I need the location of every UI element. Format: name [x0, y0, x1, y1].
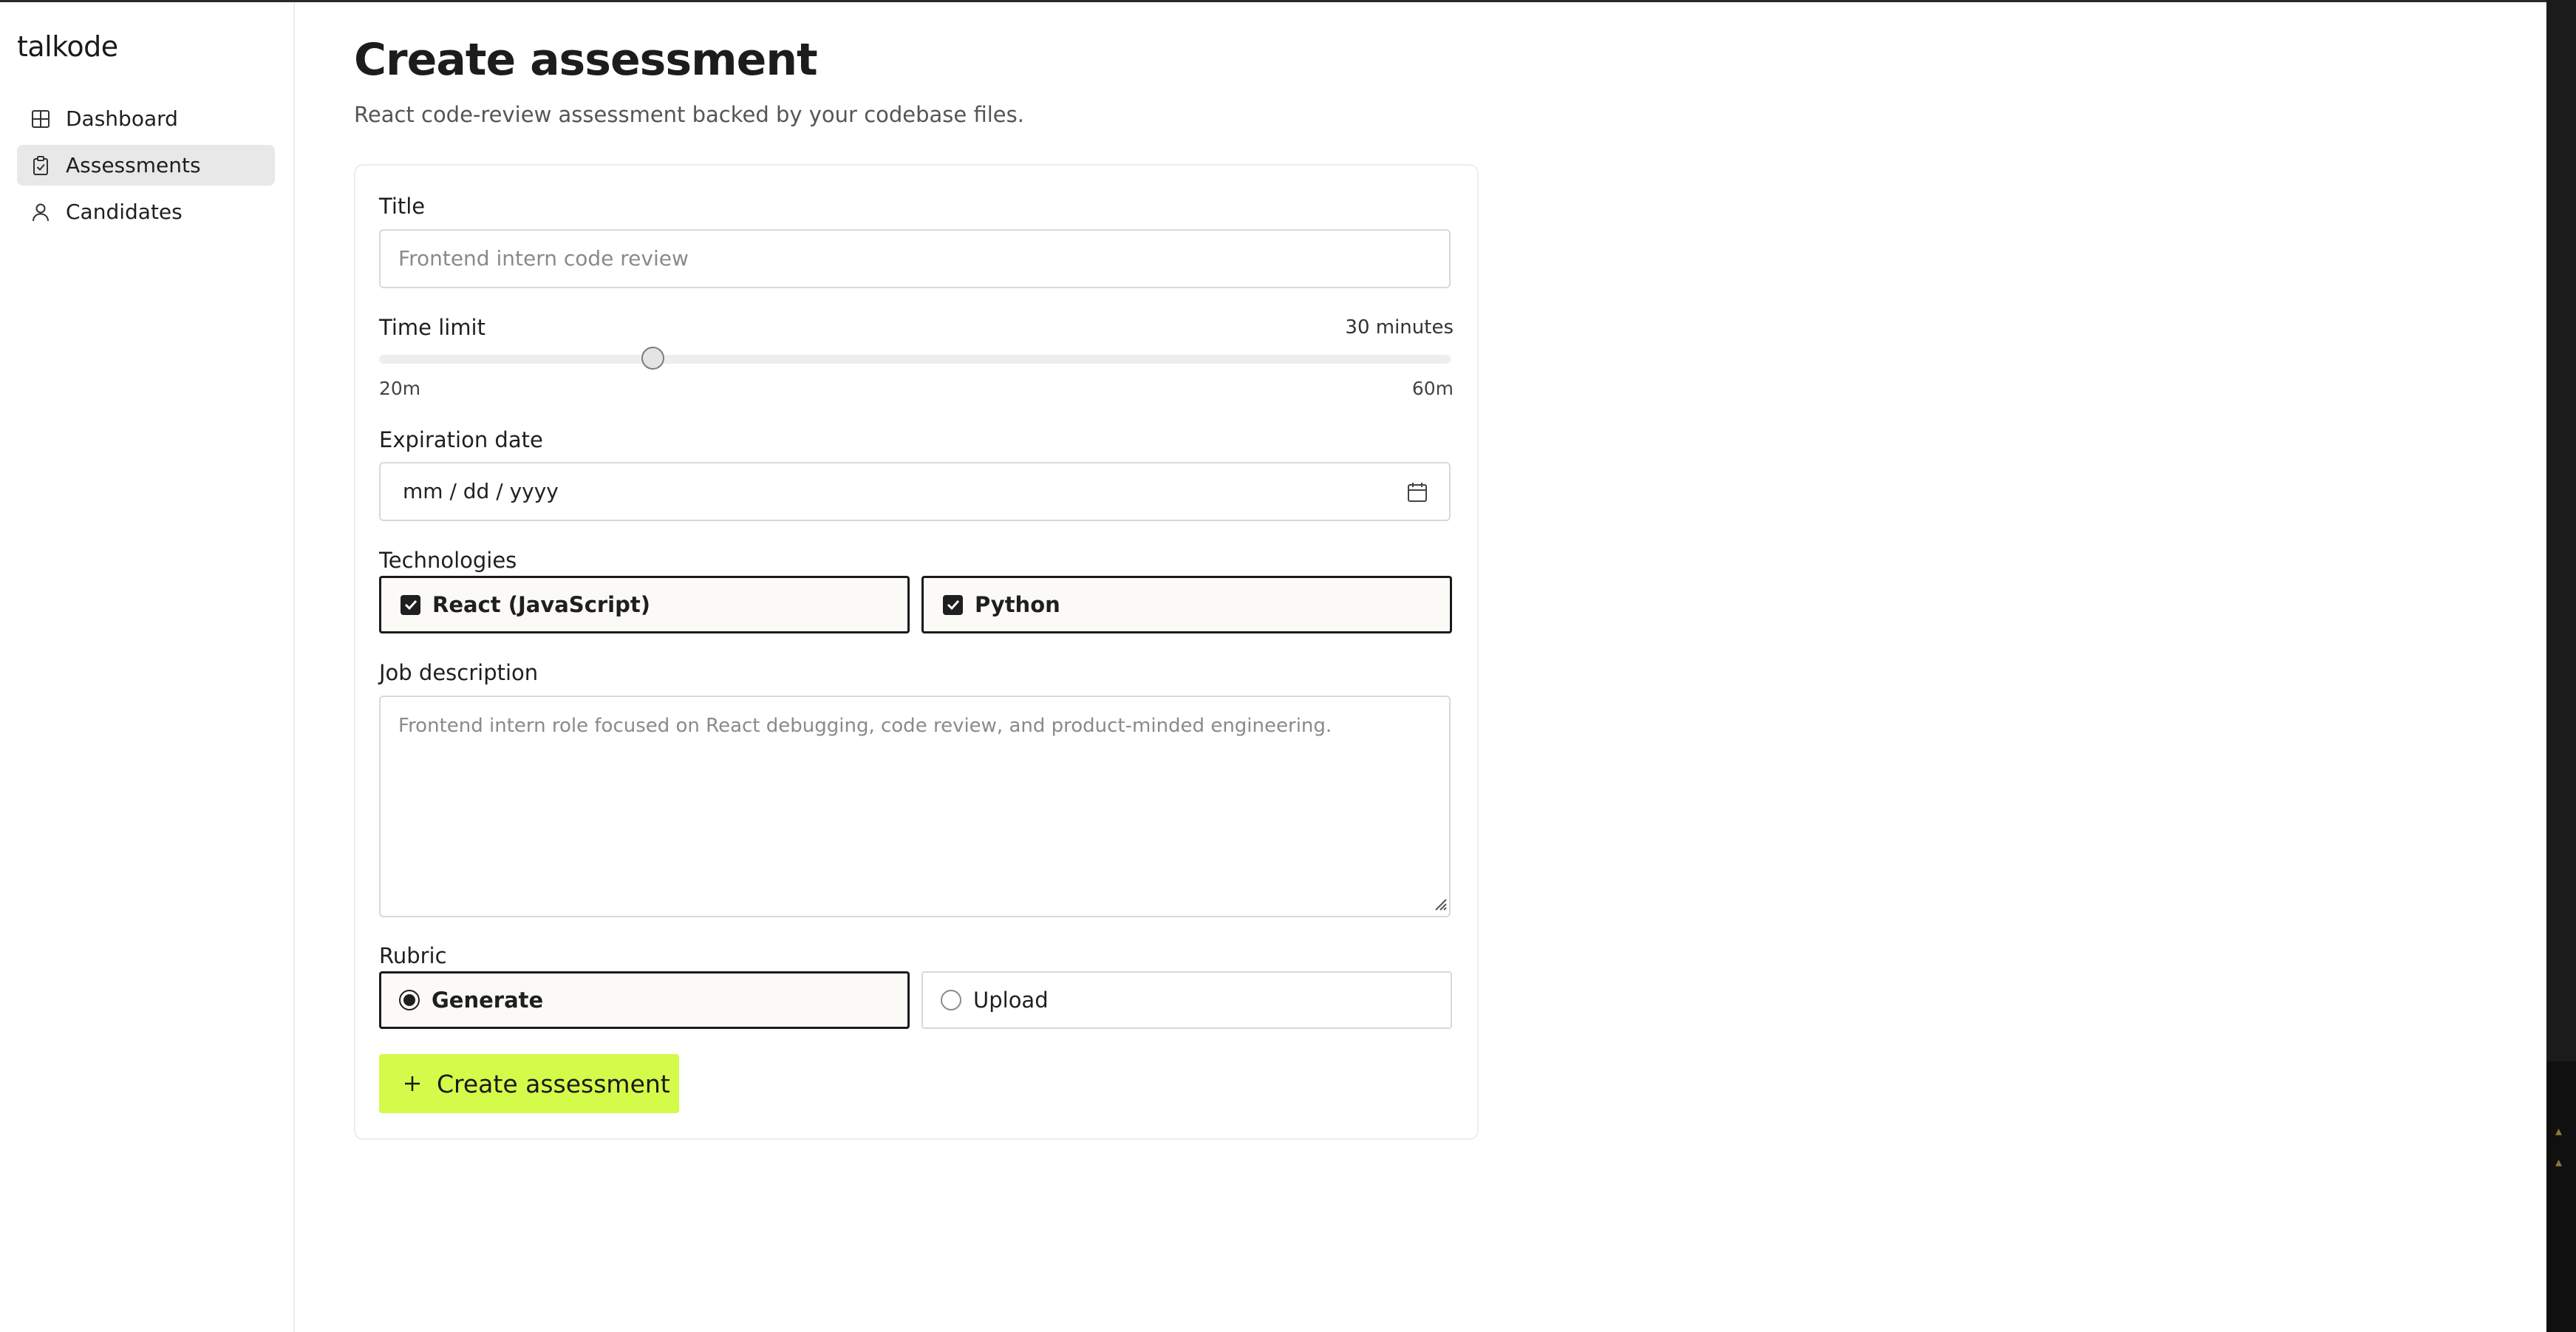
rubric-option-label: Generate: [432, 988, 544, 1013]
technologies-label: Technologies: [379, 548, 517, 573]
user-icon: [30, 201, 52, 223]
page-title: Create assessment: [354, 34, 818, 86]
slider-max-label: 60m: [1411, 378, 1454, 399]
grid-icon: [30, 108, 52, 130]
date-placeholder: mm / dd / yyyy: [403, 479, 559, 503]
brand-logo[interactable]: talkode: [17, 30, 118, 63]
slider-min-label: 20m: [379, 378, 421, 399]
window-top-border: [0, 0, 2549, 2]
edge-mark-icon: ▴: [2555, 1155, 2563, 1170]
calendar-icon[interactable]: [1406, 481, 1428, 506]
sidebar-item-candidates[interactable]: Candidates: [17, 191, 275, 232]
sidebar-item-dashboard[interactable]: Dashboard: [17, 98, 275, 139]
window-right-edge-lower: ▴ ▴: [2546, 1061, 2576, 1332]
resize-handle-icon[interactable]: [1431, 895, 1448, 914]
technology-option-react[interactable]: React (JavaScript): [379, 576, 910, 633]
technology-option-label: Python: [975, 592, 1060, 617]
job-description-textarea[interactable]: Frontend intern role focused on React de…: [379, 696, 1451, 917]
time-limit-slider[interactable]: [379, 347, 1451, 370]
expiration-date-input[interactable]: mm / dd / yyyy: [379, 462, 1451, 521]
time-limit-value: 30 minutes: [1345, 316, 1454, 339]
title-input-placeholder: Frontend intern code review: [398, 246, 689, 271]
checkbox-checked-icon[interactable]: [943, 594, 963, 615]
edge-mark-icon: ▴: [2555, 1124, 2563, 1139]
expiration-date-label: Expiration date: [379, 427, 543, 452]
clipboard-check-icon: [30, 154, 52, 177]
create-assessment-button[interactable]: Create assessment: [379, 1054, 679, 1113]
rubric-option-generate[interactable]: Generate: [379, 971, 910, 1029]
radio-unselected-icon[interactable]: [941, 990, 961, 1010]
sidebar-item-label: Assessments: [66, 153, 201, 177]
title-label: Title: [379, 194, 426, 219]
sidebar: talkode Dashboard Assessments Candidates: [0, 2, 295, 1332]
radio-selected-icon[interactable]: [399, 990, 420, 1010]
title-input[interactable]: Frontend intern code review: [379, 229, 1451, 288]
job-description-label: Job description: [379, 660, 539, 685]
time-limit-label: Time limit: [379, 315, 485, 340]
create-assessment-form: Title Frontend intern code review Time l…: [354, 164, 1479, 1140]
page-subtitle: React code-review assessment backed by y…: [354, 102, 1024, 127]
checkbox-checked-icon[interactable]: [401, 594, 420, 615]
create-assessment-button-label: Create assessment: [437, 1069, 670, 1098]
sidebar-item-assessments[interactable]: Assessments: [17, 145, 275, 186]
sidebar-item-label: Candidates: [66, 200, 183, 224]
technology-option-python[interactable]: Python: [921, 576, 1452, 633]
technology-option-label: React (JavaScript): [432, 592, 650, 617]
slider-thumb[interactable]: [641, 347, 664, 370]
rubric-option-upload[interactable]: Upload: [921, 971, 1452, 1029]
sidebar-item-label: Dashboard: [66, 106, 178, 131]
rubric-label: Rubric: [379, 943, 447, 968]
plus-icon: [403, 1074, 422, 1093]
rubric-option-label: Upload: [973, 988, 1049, 1013]
window-right-edge: ▴ ▴: [2546, 0, 2576, 1332]
job-description-placeholder: Frontend intern role focused on React de…: [398, 715, 1332, 737]
